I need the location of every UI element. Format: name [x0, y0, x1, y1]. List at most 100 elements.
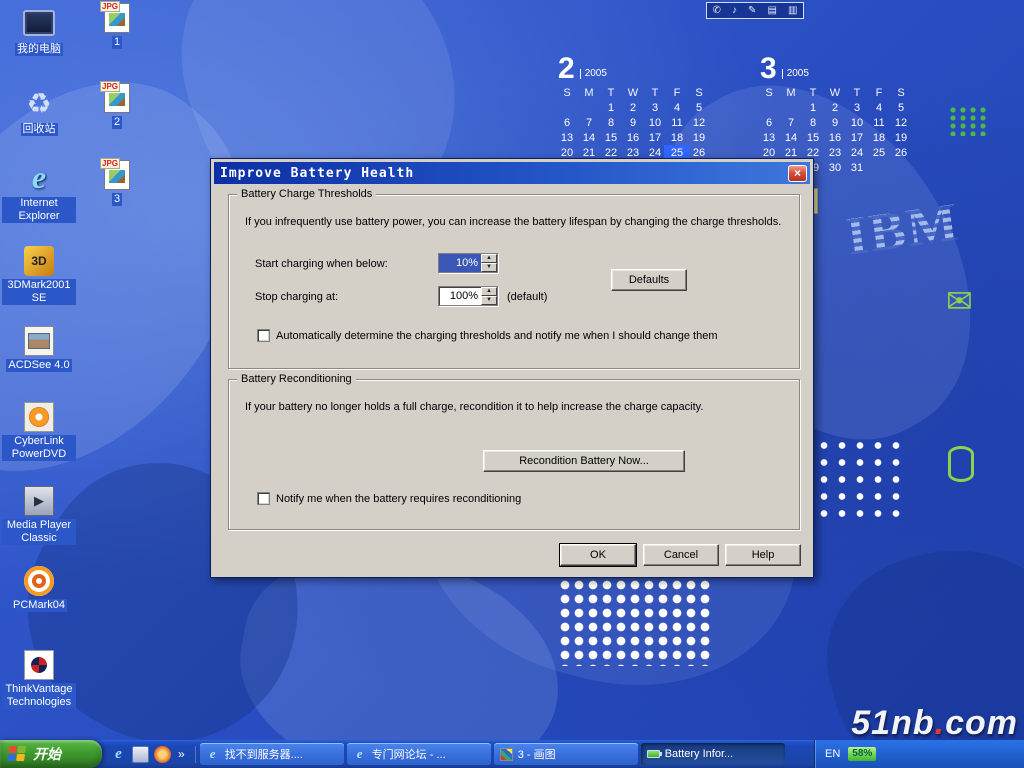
dialog-title: Improve Battery Health: [220, 166, 788, 181]
desktop-icon-pcmark[interactable]: PCMark04: [2, 566, 76, 612]
dots-pattern-large: [558, 578, 714, 666]
wallpaper-shape: [804, 522, 1024, 740]
calendar-march: 3 2005 SMTWTFS12345678910111213141516171…: [758, 55, 918, 175]
desktop-icon-3dmark[interactable]: 3DMark2001 SE: [2, 246, 76, 305]
desktop-icon-media-player-classic[interactable]: Media Player Classic: [2, 486, 76, 545]
internet-explorer-icon[interactable]: [110, 746, 127, 763]
desktop: IBM ✉ 2 2005 SMTWTFS12345678910111213141…: [0, 0, 1024, 740]
show-desktop-icon[interactable]: [132, 746, 149, 763]
calendar-date: 19: [688, 132, 710, 145]
calendar-day-header: T: [600, 87, 622, 100]
stop-threshold-value[interactable]: 100%: [439, 287, 481, 305]
defaults-button[interactable]: Defaults: [611, 269, 687, 291]
spinner-down-icon[interactable]: ▼: [481, 263, 497, 272]
desktop-icon-powerdvd[interactable]: CyberLink PowerDVD: [2, 402, 76, 461]
thresholds-description: If you infrequently use battery power, y…: [245, 215, 785, 229]
3dmark-icon: [24, 246, 54, 276]
language-indicator[interactable]: EN: [825, 748, 840, 760]
calendar-date: 14: [578, 132, 600, 145]
paint-icon: [500, 748, 513, 761]
calendar-date: 3: [644, 102, 666, 115]
file-type-badge: JPG: [100, 158, 120, 169]
desktop-icon-label: ThinkVantage Technologies: [2, 683, 76, 709]
calendar-date: 4: [868, 102, 890, 115]
task-label: Battery Infor...: [665, 748, 733, 760]
my-computer-icon: [23, 10, 55, 36]
desktop-icon-label: 我的电脑: [15, 43, 63, 56]
spinner-down-icon[interactable]: ▼: [481, 296, 497, 305]
calendar-date: 16: [622, 132, 644, 145]
internet-explorer-icon: [22, 160, 56, 194]
calendar-date: 5: [890, 102, 912, 115]
group-title: Battery Charge Thresholds: [237, 188, 376, 201]
start-threshold-spinner[interactable]: 10% ▲ ▼: [438, 253, 498, 273]
desktop-file-1[interactable]: JPG1: [90, 3, 144, 49]
spinner-up-icon[interactable]: ▲: [481, 254, 497, 263]
calendar-day-header: M: [780, 87, 802, 100]
stop-threshold-spinner[interactable]: 100% ▲ ▼: [438, 286, 498, 306]
dialog-title-bar[interactable]: Improve Battery Health ×: [214, 162, 810, 184]
close-icon[interactable]: ×: [788, 165, 807, 182]
desktop-icon-label: Internet Explorer: [2, 197, 76, 223]
ok-button[interactable]: OK: [560, 544, 636, 566]
desktop-icon-label: 回收站: [21, 123, 58, 136]
recondition-battery-button[interactable]: Recondition Battery Now...: [483, 450, 685, 472]
grid-icon: [768, 3, 777, 18]
quick-launch-overflow-chevron[interactable]: »: [176, 747, 187, 761]
help-button[interactable]: Help: [725, 544, 801, 566]
calendar-date: 15: [600, 132, 622, 145]
desktop-icon-acdsee[interactable]: ACDSee 4.0: [2, 326, 76, 372]
calendar-date: [578, 102, 600, 115]
media-player-classic-icon: [24, 486, 54, 516]
taskbar-task-2[interactable]: 专门网论坛 - ...: [347, 743, 491, 765]
calendar-date: 30: [824, 162, 846, 175]
taskbar-task-1[interactable]: 找不到服务器....: [200, 743, 344, 765]
calendar-date: [556, 102, 578, 115]
start-button[interactable]: 开始: [0, 740, 102, 768]
notify-reconditioning-checkbox[interactable]: [257, 492, 270, 505]
desktop-file-3[interactable]: JPG3: [90, 160, 144, 206]
battery-charge-thresholds-group: Battery Charge Thresholds If you infrequ…: [228, 194, 800, 369]
desktop-icon-internet-explorer[interactable]: Internet Explorer: [2, 160, 76, 223]
calendar-date: 13: [758, 132, 780, 145]
desktop-icon-thinkvantage[interactable]: ThinkVantage Technologies: [2, 650, 76, 709]
calendar-date: 1: [802, 102, 824, 115]
taskbar-task-3[interactable]: 3 - 画图: [494, 743, 638, 765]
auto-determine-checkbox-row[interactable]: Automatically determine the charging thr…: [257, 329, 717, 342]
desktop-icon-label: CyberLink PowerDVD: [2, 435, 76, 461]
checkbox-label: Automatically determine the charging thr…: [276, 330, 717, 342]
desktop-icon-label: PCMark04: [11, 599, 67, 612]
calendar-date: 8: [802, 117, 824, 130]
envelope-icon: ✉: [946, 282, 973, 320]
file-type-badge: JPG: [100, 1, 120, 12]
calendar-month-number: 3: [760, 55, 777, 82]
recycle-bin-icon: [22, 86, 56, 120]
file-type-badge: JPG: [100, 81, 120, 92]
desktop-file-2[interactable]: JPG2: [90, 83, 144, 129]
desktop-icon-my-computer[interactable]: 我的电脑: [2, 6, 76, 56]
pencil-icon: [748, 3, 756, 18]
calendar-date: 19: [890, 132, 912, 145]
calendar-day-header: F: [868, 87, 890, 100]
phone-icon: [713, 3, 721, 18]
calendar-date: 10: [846, 117, 868, 130]
spinner-buttons: ▲ ▼: [481, 287, 497, 305]
default-note: (default): [507, 291, 547, 303]
cancel-button[interactable]: Cancel: [643, 544, 719, 566]
calendar-date: [890, 162, 912, 175]
spinner-buttons: ▲ ▼: [481, 254, 497, 272]
media-player-icon[interactable]: [154, 746, 171, 763]
battery-indicator[interactable]: 58%: [848, 747, 876, 761]
desktop-icon-label: ACDSee 4.0: [6, 359, 71, 372]
stop-charging-label: Stop charging at:: [255, 291, 338, 303]
start-threshold-value[interactable]: 10%: [439, 254, 481, 272]
desktop-icon-recycle-bin[interactable]: 回收站: [2, 86, 76, 136]
taskbar-task-4[interactable]: Battery Infor...: [641, 743, 785, 765]
panel-icon: [788, 3, 797, 18]
spinner-up-icon[interactable]: ▲: [481, 287, 497, 296]
calendar-date: [758, 102, 780, 115]
calendar-day-header: S: [758, 87, 780, 100]
auto-determine-checkbox[interactable]: [257, 329, 270, 342]
notify-reconditioning-checkbox-row[interactable]: Notify me when the battery requires reco…: [257, 492, 521, 505]
calendar-date: 23: [824, 147, 846, 160]
